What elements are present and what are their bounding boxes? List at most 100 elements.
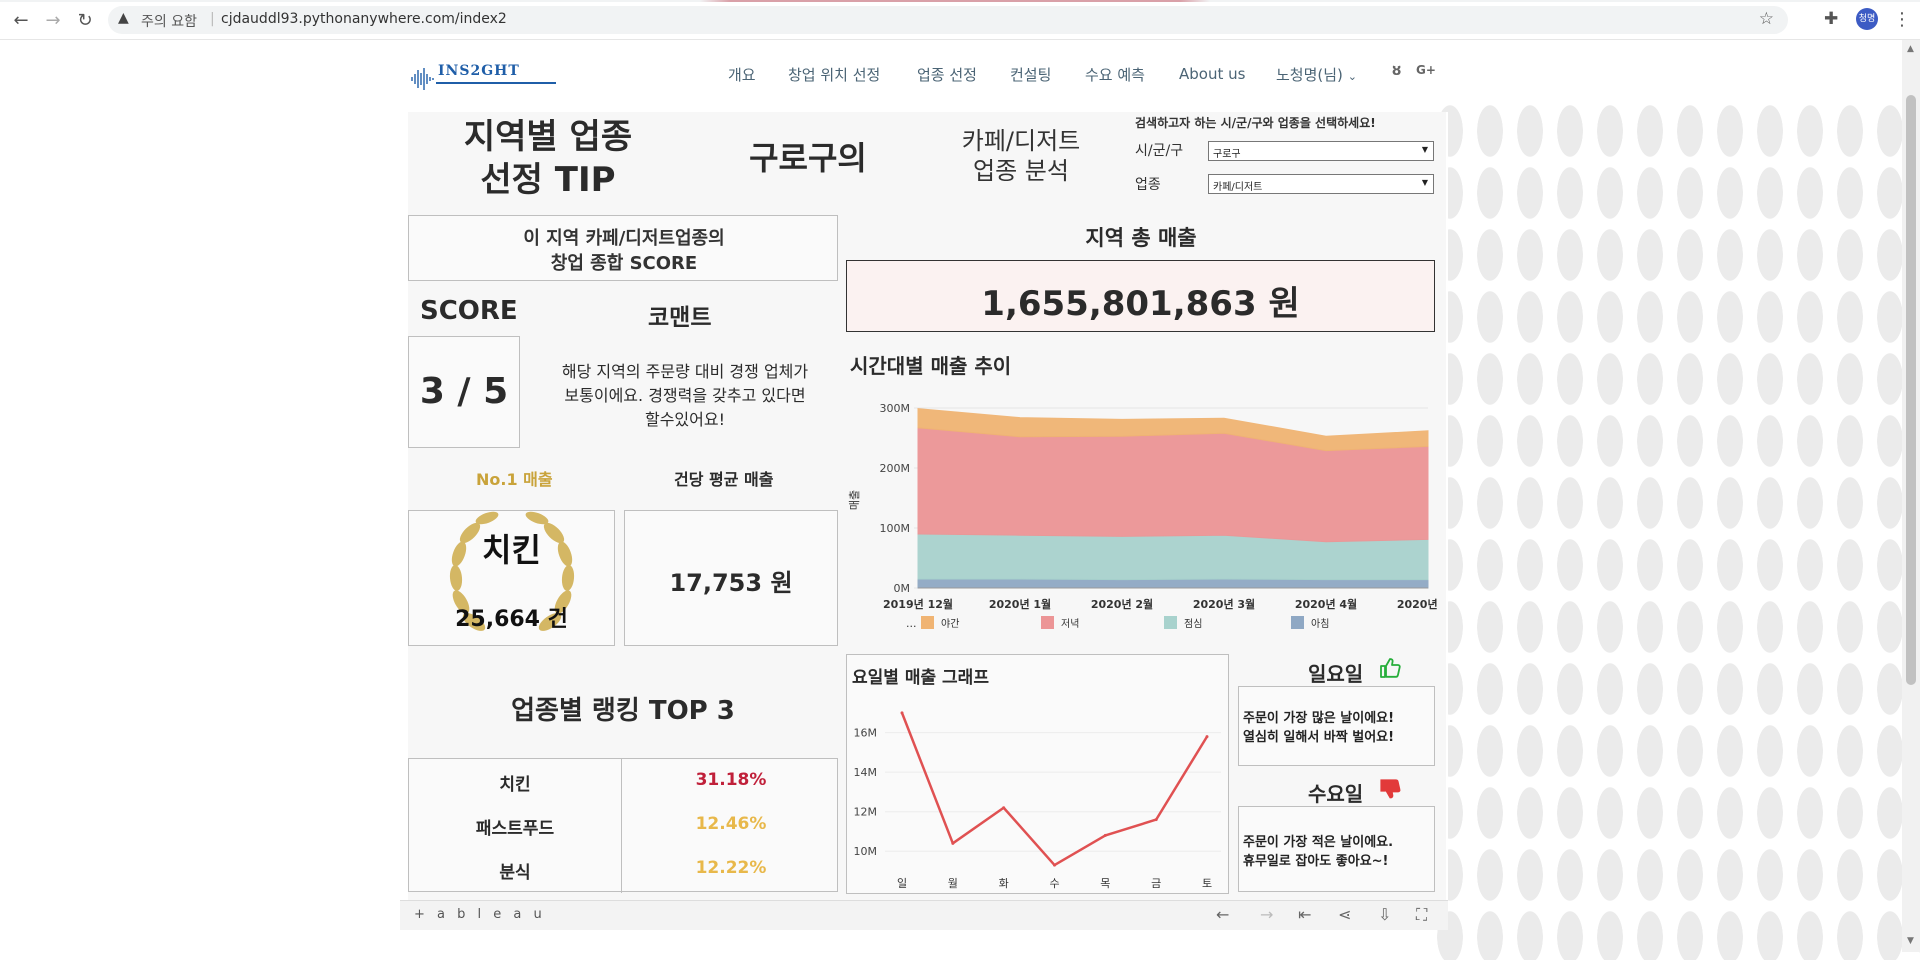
dot-pattern-background xyxy=(1430,100,1920,960)
user-name[interactable]: 노청명(님) xyxy=(1276,66,1343,84)
reload-icon[interactable]: ↻ xyxy=(74,10,96,32)
y-tick-label: 300M xyxy=(880,402,911,415)
table-row: 치킨 31.18% xyxy=(409,759,839,803)
redo-icon[interactable]: → xyxy=(1260,905,1273,924)
industry-heading: 카페/디저트 업종 분석 xyxy=(946,126,1096,186)
industry-select[interactable]: 카페/디저트 ▼ xyxy=(1208,174,1434,194)
y-tick-label: 10M xyxy=(854,845,878,858)
url-separator: | xyxy=(210,11,215,27)
no1-count: 25,664 건 xyxy=(455,607,568,632)
legend-swatch xyxy=(1041,616,1054,629)
download-icon[interactable]: ⇩ xyxy=(1378,905,1391,924)
data-point xyxy=(1205,735,1209,739)
nav-user[interactable]: 노청명(님) ⌄ xyxy=(1276,64,1357,85)
x-tick-label: 토 xyxy=(1202,877,1212,890)
avg-sales-label: 건당 평균 매출 xyxy=(674,470,774,489)
extensions-icon[interactable]: ✚ xyxy=(1824,9,1838,29)
bookmark-star-icon[interactable]: ☆ xyxy=(1759,9,1774,29)
worst-day-line2: 휴무일로 잡아도 좋아요~! xyxy=(1243,854,1389,869)
rank-category: 패스트푸드 xyxy=(475,819,555,839)
legend-swatch xyxy=(921,616,934,629)
x-tick-label: 목 xyxy=(1100,877,1110,890)
share-icon[interactable]: ⋖ xyxy=(1338,905,1351,924)
nav-overview[interactable]: 개요 xyxy=(728,64,756,85)
industry-heading-line2: 업종 분석 xyxy=(973,157,1069,185)
chevron-down-icon[interactable]: ⌄ xyxy=(1348,70,1357,83)
nav-forecast[interactable]: 수요 예측 xyxy=(1085,64,1145,85)
table-row: 패스트푸드 12.46% xyxy=(409,803,839,847)
ranking-table: 치킨 31.18% 패스트푸드 12.46% 분식 12.22% xyxy=(408,758,839,893)
thumbs-down-icon xyxy=(1380,779,1401,799)
y-tick-label: 14M xyxy=(854,766,878,779)
legend-label: 점심 xyxy=(1184,618,1202,630)
dropdown-arrow-icon[interactable]: ▼ xyxy=(1422,145,1428,154)
thumbs-up-icon xyxy=(1380,658,1401,678)
table-row: 분식 12.22% xyxy=(409,847,839,891)
dropdown-arrow-icon[interactable]: ▼ xyxy=(1422,178,1428,187)
district-select[interactable]: 구로구 ▼ xyxy=(1208,141,1434,161)
nav-about[interactable]: About us xyxy=(1179,65,1245,83)
legend-prefix: ... xyxy=(906,617,917,630)
browser-toolbar: ← → ↻ ▲ 주의 요함 | cjdauddl93.pythonanywher… xyxy=(0,0,1920,40)
legend-swatch xyxy=(1291,616,1304,629)
industry-heading-line1: 카페/디저트 xyxy=(961,127,1081,155)
score-box-line1: 이 지역 카페/디저트업종의 xyxy=(523,228,725,249)
industry-select-value[interactable]: 카페/디저트 xyxy=(1213,182,1262,193)
github-icon[interactable]: ȣ xyxy=(1392,63,1401,79)
profile-avatar[interactable]: 청명 xyxy=(1856,8,1878,30)
rank-category: 분식 xyxy=(499,863,531,883)
nav-location[interactable]: 창업 위치 선정 xyxy=(788,64,880,85)
tableau-toolbar: + a b l e a u ← → ⇤ ⋖ ⇩ ⛶ xyxy=(400,900,1448,930)
tab-strip-edge xyxy=(0,0,1920,2)
x-tick-label: 2020년 3월 xyxy=(1193,597,1255,611)
district-select-value[interactable]: 구로구 xyxy=(1213,149,1241,160)
scrollbar-thumb[interactable] xyxy=(1906,95,1916,685)
weekday-sales-line xyxy=(900,712,1209,867)
google-plus-icon[interactable]: G+ xyxy=(1416,63,1436,77)
total-sales-label: 지역 총 매출 xyxy=(1085,226,1197,250)
url-text[interactable]: cjdauddl93.pythonanywhere.com/index2 xyxy=(221,11,507,27)
fullscreen-icon[interactable]: ⛶ xyxy=(1416,905,1427,925)
address-bar[interactable]: ▲ 주의 요함 | cjdauddl93.pythonanywhere.com/… xyxy=(108,6,1788,34)
title-line1: 지역별 업종 xyxy=(463,117,633,157)
tableau-logo[interactable]: + a b l e a u xyxy=(414,907,546,922)
x-tick-label: 월 xyxy=(948,877,958,890)
rank-percent: 12.22% xyxy=(695,858,767,878)
total-sales-box: 1,655,801,863 원 xyxy=(846,260,1435,332)
data-point xyxy=(1103,833,1107,837)
comment-text: 해당 지역의 주문량 대비 경쟁 업체가 보통이에요. 경쟁력을 갖추고 있다면… xyxy=(530,360,840,432)
back-icon[interactable]: ← xyxy=(10,10,32,32)
forward-icon[interactable]: → xyxy=(42,10,64,32)
avg-sales-box: 17,753 원 xyxy=(624,510,838,646)
score-value: 3 / 5 xyxy=(419,371,509,412)
rank-percent: 12.46% xyxy=(695,814,767,834)
data-point xyxy=(900,711,904,715)
best-day-label: 일요일 xyxy=(1308,662,1364,686)
best-day-box: 주문이 가장 많은 날이에요! 열심히 일해서 바짝 벌어요! xyxy=(1238,686,1435,766)
best-day-line2: 열심히 일해서 바짝 벌어요! xyxy=(1243,730,1395,745)
undo-icon[interactable]: ← xyxy=(1216,905,1229,924)
rank-percent: 31.18% xyxy=(695,770,767,790)
comment-line3: 할수있어요! xyxy=(644,410,725,429)
rank-category: 치킨 xyxy=(499,775,531,795)
data-point xyxy=(951,841,955,845)
nav-industry[interactable]: 업종 선정 xyxy=(917,64,977,85)
best-day-line1: 주문이 가장 많은 날이에요! xyxy=(1243,711,1395,726)
x-tick-label: 2020년 2월 xyxy=(1091,597,1153,611)
warning-icon[interactable]: ▲ xyxy=(118,10,129,26)
weekday-chart-box: 요일별 매출 그래프 10M 12M 14M 16M 일 월 화 수 목 금 토 xyxy=(846,654,1229,894)
worst-day-line1: 주문이 가장 적은 날이에요. xyxy=(1243,835,1394,850)
tableau-viz: 지역별 업종 선정 TIP 구로구의 카페/디저트 업종 분석 검색하고자 하는… xyxy=(400,112,1448,930)
scroll-up-icon[interactable]: ▲ xyxy=(1907,44,1914,54)
scroll-down-icon[interactable]: ▼ xyxy=(1907,936,1914,946)
page-scrollbar[interactable]: ▲ ▼ xyxy=(1902,40,1920,952)
data-point xyxy=(1053,863,1056,867)
revert-icon[interactable]: ⇤ xyxy=(1298,905,1311,924)
menu-kebab-icon[interactable]: ⋮ xyxy=(1893,9,1911,30)
site-logo[interactable]: INS2GHT xyxy=(438,63,520,79)
nav-consulting[interactable]: 컨설팅 xyxy=(1010,64,1051,85)
security-label[interactable]: 주의 요함 xyxy=(141,11,197,31)
y-axis-label: 매출 xyxy=(848,490,861,510)
legend-label: 아침 xyxy=(1311,618,1329,630)
worst-day-box: 주문이 가장 적은 날이에요. 휴무일로 잡아도 좋아요~! xyxy=(1238,806,1435,892)
